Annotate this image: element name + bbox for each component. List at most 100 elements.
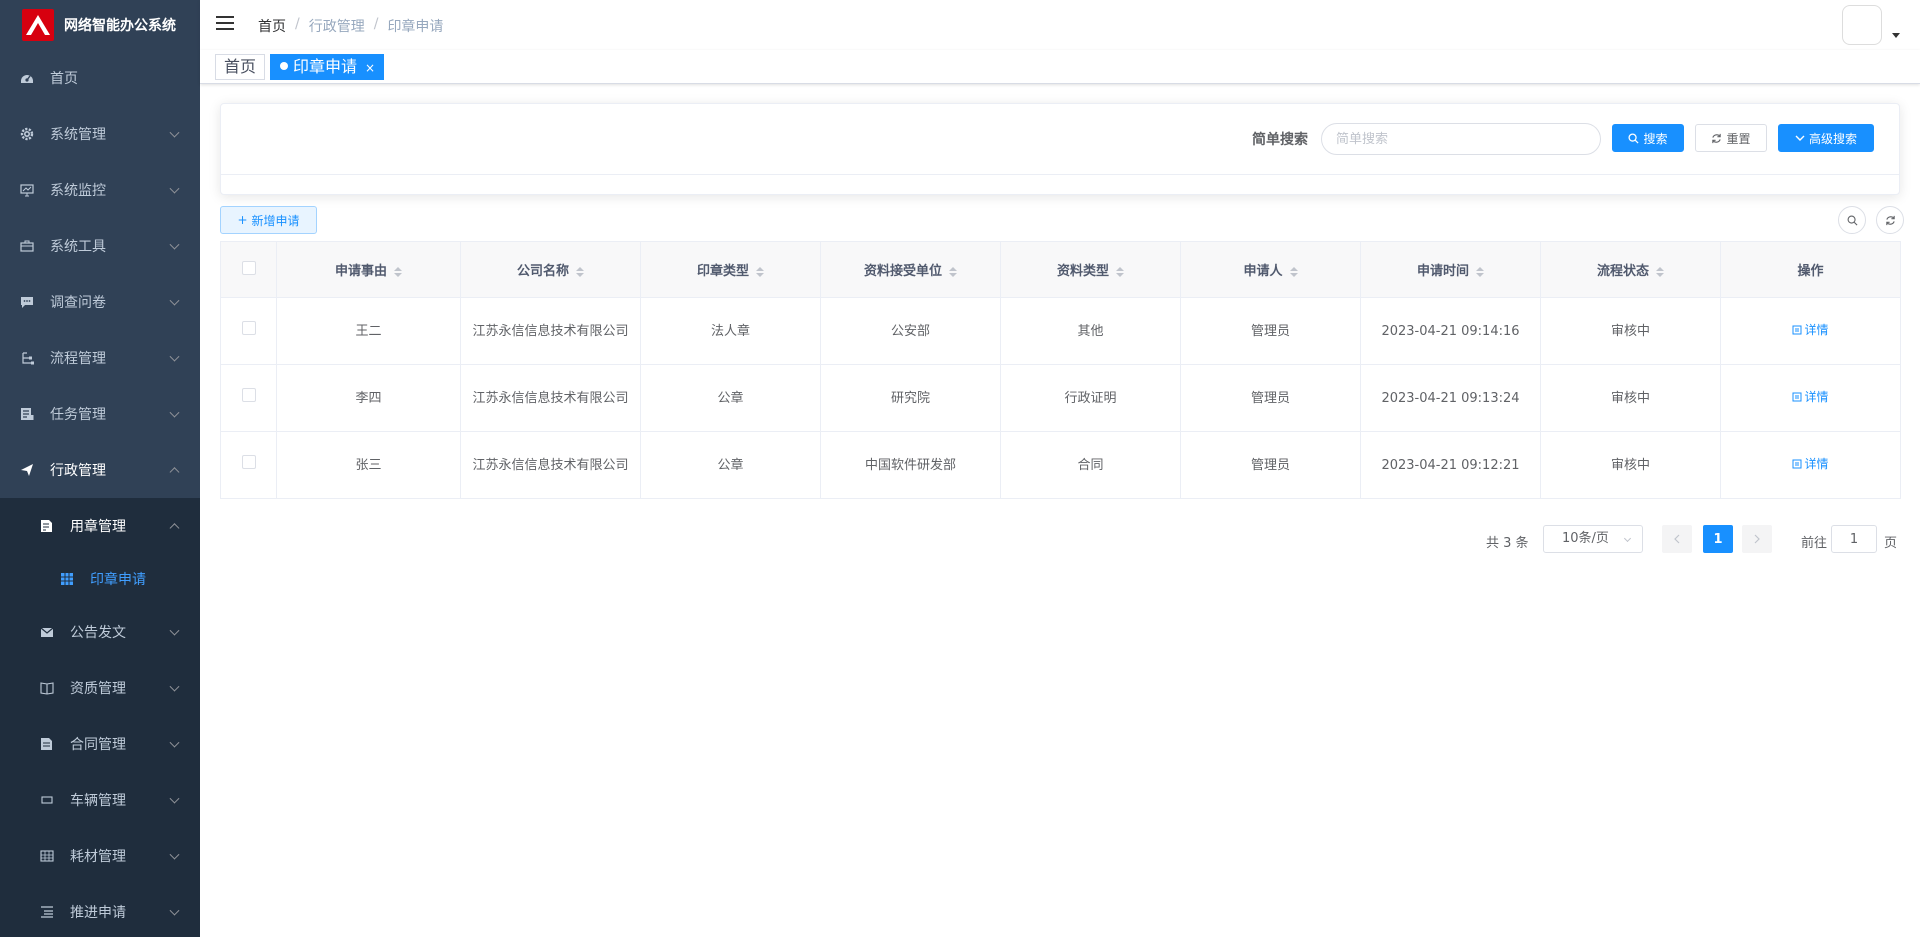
tag-label: 首页 bbox=[224, 57, 257, 76]
reset-button-label: 重置 bbox=[1726, 131, 1751, 146]
toggle-search-button[interactable] bbox=[1838, 206, 1866, 234]
search-label: 简单搜索 bbox=[1252, 132, 1308, 148]
column-header[interactable]: 申请人 bbox=[1180, 241, 1361, 298]
caret-down-icon[interactable] bbox=[1892, 33, 1900, 38]
hamburger-icon[interactable] bbox=[216, 16, 234, 32]
chevron-down-icon bbox=[169, 849, 180, 860]
page-size-select[interactable]: 10条/页 bbox=[1543, 525, 1643, 553]
cell-time: 2023-04-21 09:13:24 bbox=[1360, 364, 1541, 432]
row-checkbox[interactable] bbox=[241, 387, 256, 402]
cell-seal-type: 公章 bbox=[640, 431, 821, 499]
top-navbar: 首页 / 行政管理 / 印章申请 bbox=[200, 0, 1920, 50]
chevron-down-icon bbox=[169, 793, 180, 804]
table-row: 李四 江苏永信信息技术有限公司 公章 研究院 行政证明 管理员 2023-04-… bbox=[220, 364, 1901, 432]
breadcrumb-item-current: 印章申请 bbox=[387, 19, 444, 35]
column-header[interactable]: 资料接受单位 bbox=[820, 241, 1001, 298]
tag-home[interactable]: 首页 bbox=[215, 54, 266, 80]
sidebar-item-system[interactable]: 系统管理 bbox=[0, 106, 200, 162]
grid-icon bbox=[60, 572, 74, 586]
detail-link[interactable]: 详情 bbox=[1792, 320, 1829, 341]
goto-page-input[interactable] bbox=[1831, 525, 1877, 553]
breadcrumb-item-admin: 行政管理 bbox=[308, 19, 365, 35]
sidebar-item-label: 系统管理 bbox=[50, 127, 106, 143]
cell-receiver: 公安部 bbox=[820, 297, 1001, 365]
mail-icon bbox=[40, 625, 54, 639]
table-header-row: 申请事由 公司名称 印章类型 资料接受单位 资料类型 申请人 申请时间 流程状态… bbox=[220, 241, 1901, 298]
sort-icon[interactable] bbox=[394, 266, 402, 277]
sidebar-item-monitor[interactable]: 系统监控 bbox=[0, 162, 200, 218]
sidebar-item-admin[interactable]: 行政管理 bbox=[0, 442, 200, 498]
row-select-cell bbox=[220, 431, 277, 499]
refresh-icon bbox=[1712, 133, 1722, 143]
cell-company: 江苏永信信息技术有限公司 bbox=[460, 364, 641, 432]
search-button[interactable]: 搜索 bbox=[1612, 124, 1684, 152]
sort-icon[interactable] bbox=[1656, 266, 1664, 277]
column-header[interactable]: 资料类型 bbox=[1000, 241, 1181, 298]
advanced-search-label: 高级搜索 bbox=[1808, 131, 1857, 146]
active-dot-icon bbox=[280, 61, 288, 70]
advanced-search-button[interactable]: 高级搜索 bbox=[1778, 124, 1874, 152]
tag-label: 印章申请 bbox=[293, 57, 358, 76]
column-header[interactable]: 印章类型 bbox=[640, 241, 821, 298]
sidebar-item-flow[interactable]: 流程管理 bbox=[0, 330, 200, 386]
cell-applicant: 管理员 bbox=[1180, 297, 1361, 365]
cell-status: 审核中 bbox=[1540, 431, 1721, 499]
sort-icon[interactable] bbox=[1116, 266, 1124, 277]
message-icon bbox=[20, 295, 34, 309]
breadcrumb-item-home[interactable]: 首页 bbox=[258, 16, 286, 36]
avatar[interactable] bbox=[1842, 5, 1882, 45]
sidebar: 网络智能办公系统 首页 系统管理 系统监控 系统工具 调查问卷 流程管理 任务管… bbox=[0, 0, 200, 937]
sort-icon[interactable] bbox=[1289, 266, 1298, 277]
reset-button[interactable]: 重置 bbox=[1695, 124, 1767, 152]
sidebar-item-contract[interactable]: 合同管理 bbox=[0, 716, 200, 772]
sidebar-item-tools[interactable]: 系统工具 bbox=[0, 218, 200, 274]
row-checkbox[interactable] bbox=[241, 454, 256, 469]
sidebar-item-vehicle[interactable]: 车辆管理 bbox=[0, 772, 200, 828]
sidebar-item-consumables[interactable]: 耗材管理 bbox=[0, 828, 200, 884]
select-all-checkbox[interactable] bbox=[241, 260, 256, 275]
sidebar-item-notice[interactable]: 公告发文 bbox=[0, 604, 200, 660]
tag-current[interactable]: 印章申请 × bbox=[270, 54, 385, 80]
column-header[interactable]: 申请事由 bbox=[276, 241, 461, 298]
sidebar-item-label: 行政管理 bbox=[50, 463, 106, 479]
search-input[interactable] bbox=[1321, 123, 1601, 155]
detail-link[interactable]: 详情 bbox=[1792, 387, 1829, 408]
prev-page-button[interactable] bbox=[1662, 525, 1692, 553]
cell-doc-type: 其他 bbox=[1000, 297, 1181, 365]
search-button-label: 搜索 bbox=[1643, 131, 1668, 146]
sidebar-item-home[interactable]: 首页 bbox=[0, 50, 200, 106]
sidebar-item-qualification[interactable]: 资质管理 bbox=[0, 660, 200, 716]
sort-icon[interactable] bbox=[1476, 266, 1484, 277]
next-page-button[interactable] bbox=[1742, 525, 1772, 553]
sort-icon[interactable] bbox=[756, 266, 764, 277]
page-number-current[interactable]: 1 bbox=[1703, 525, 1733, 553]
add-application-button[interactable]: + 新增申请 bbox=[220, 206, 317, 234]
select-all-cell bbox=[220, 241, 277, 298]
sidebar-item-label: 公告发文 bbox=[70, 625, 126, 641]
seal-application-table: 申请事由 公司名称 印章类型 资料接受单位 资料类型 申请人 申请时间 流程状态… bbox=[220, 241, 1901, 499]
detail-link[interactable]: 详情 bbox=[1792, 454, 1829, 475]
sidebar-item-label: 调查问卷 bbox=[50, 295, 106, 311]
chevron-right-icon bbox=[1754, 534, 1760, 544]
row-checkbox[interactable] bbox=[241, 320, 256, 335]
tags-view: 首页 印章申请 × bbox=[200, 50, 1920, 84]
cell-company: 江苏永信信息技术有限公司 bbox=[460, 431, 641, 499]
total-count: 共 3 条 bbox=[1486, 536, 1529, 551]
breadcrumb: 首页 / 行政管理 / 印章申请 bbox=[258, 16, 443, 36]
sort-icon[interactable] bbox=[949, 266, 957, 277]
app-logo[interactable]: 网络智能办公系统 bbox=[0, 0, 200, 50]
column-header[interactable]: 申请时间 bbox=[1360, 241, 1541, 298]
refresh-button[interactable] bbox=[1876, 206, 1904, 234]
sidebar-item-task[interactable]: 任务管理 bbox=[0, 386, 200, 442]
cell-action: 详情 bbox=[1720, 431, 1901, 499]
column-header[interactable]: 公司名称 bbox=[460, 241, 641, 298]
sidebar-item-progress[interactable]: 推进申请 bbox=[0, 884, 200, 937]
column-header[interactable]: 流程状态 bbox=[1540, 241, 1721, 298]
close-icon[interactable]: × bbox=[365, 61, 375, 75]
sidebar-item-survey[interactable]: 调查问卷 bbox=[0, 274, 200, 330]
sidebar-item-label: 流程管理 bbox=[50, 351, 106, 367]
breadcrumb-separator: / bbox=[295, 16, 300, 32]
sidebar-item-seal-apply[interactable]: 印章申请 bbox=[0, 554, 200, 604]
chevron-down-icon bbox=[169, 127, 180, 138]
sort-icon[interactable] bbox=[576, 266, 584, 277]
